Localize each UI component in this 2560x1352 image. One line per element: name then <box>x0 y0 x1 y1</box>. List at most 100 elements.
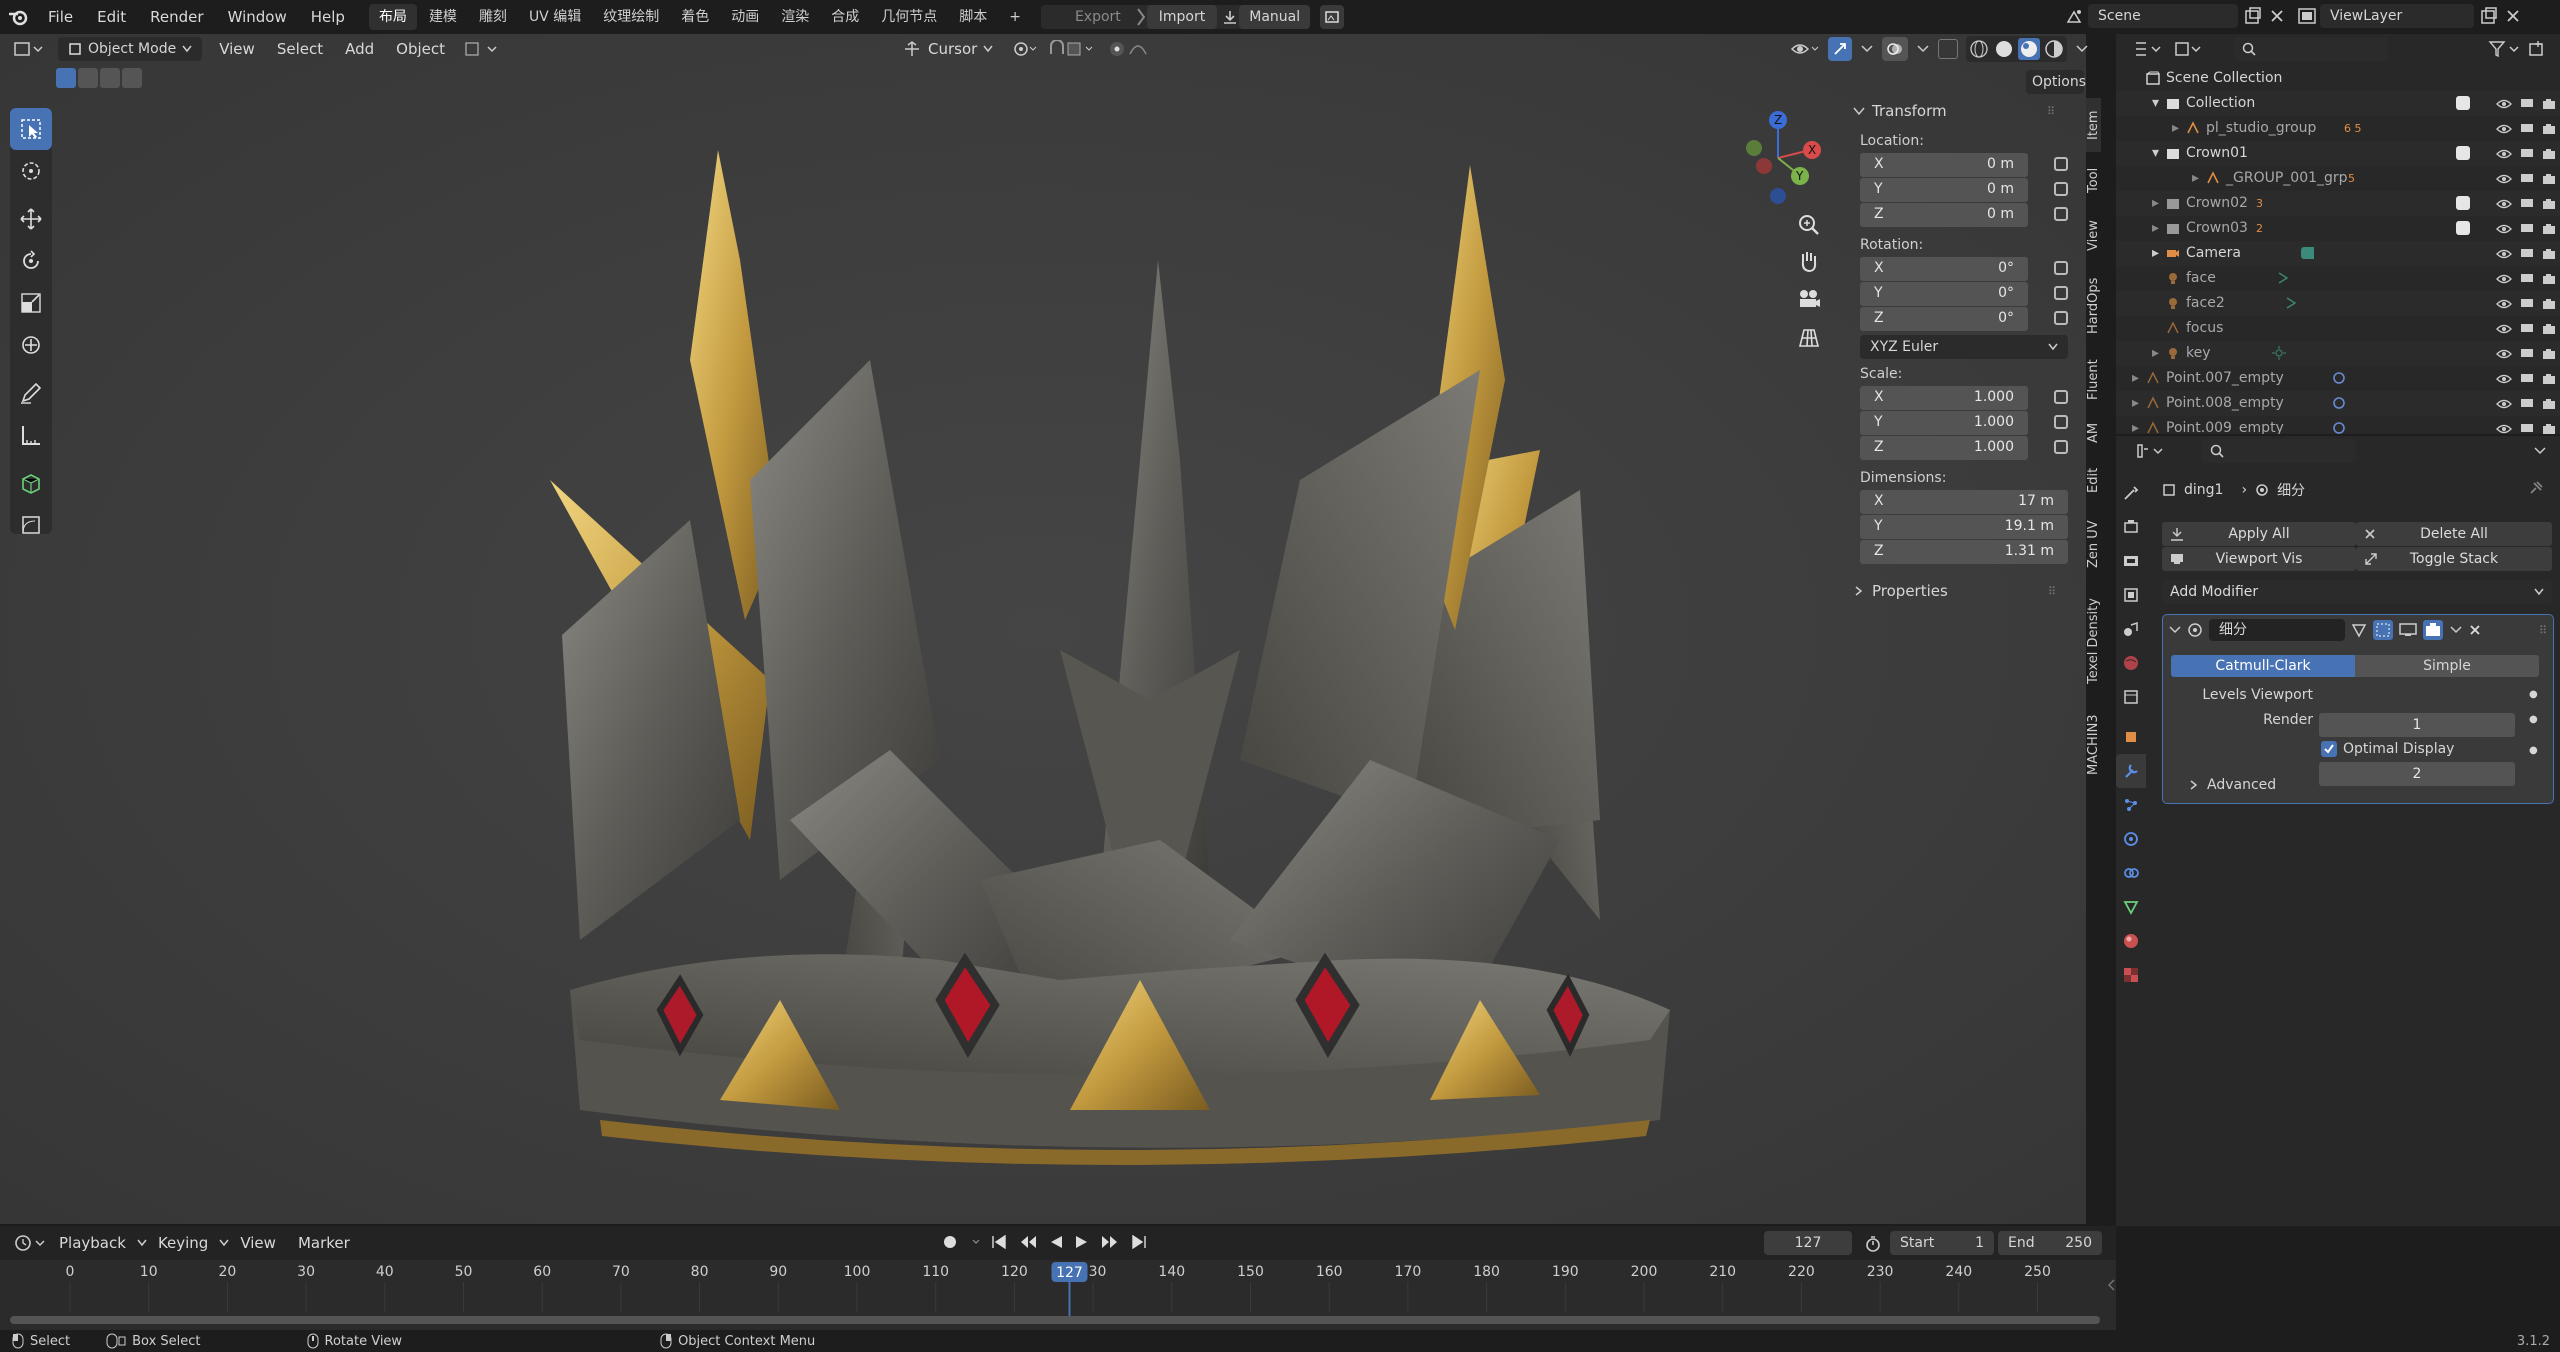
chevron-down-icon[interactable] <box>2169 625 2181 635</box>
keyframe-dot-icon[interactable]: ● <box>2529 714 2538 725</box>
select-extend-icon[interactable] <box>78 68 98 88</box>
xray-icon[interactable] <box>1938 39 1958 59</box>
tab-fluent[interactable]: Fluent <box>2086 348 2101 412</box>
modifier-name-input[interactable]: 细分 <box>2209 619 2345 641</box>
rotation-mode-select[interactable]: XYZ Euler <box>1860 335 2068 359</box>
texture-tab-icon[interactable] <box>2116 958 2146 992</box>
filter-icon[interactable] <box>2488 40 2522 58</box>
view-layer-selector[interactable]: ViewLayer <box>2320 4 2474 28</box>
exclude-checkbox[interactable] <box>2456 96 2470 110</box>
options-button[interactable]: Options <box>2026 70 2086 94</box>
monitor-icon[interactable] <box>2520 423 2534 435</box>
eye-icon[interactable] <box>2496 273 2512 285</box>
menu-view[interactable]: View <box>229 1234 287 1252</box>
show-render-icon[interactable] <box>2423 620 2443 640</box>
camera-render-icon[interactable] <box>2542 123 2556 135</box>
manual-button[interactable]: Manual <box>1239 5 1311 29</box>
camera-render-icon[interactable] <box>2542 323 2556 335</box>
chevron-down-icon[interactable] <box>1916 44 1930 54</box>
simple-toggle[interactable]: Simple <box>2355 655 2539 677</box>
menu-marker[interactable]: Marker <box>287 1234 361 1252</box>
scale-z-field[interactable]: Z 1.000 <box>1860 436 2068 460</box>
stopwatch-icon[interactable] <box>1864 1235 1882 1253</box>
monitor-icon[interactable] <box>2520 323 2534 335</box>
tab-modeling[interactable]: 建模 <box>419 4 467 30</box>
chevron-down-icon[interactable] <box>972 1232 980 1252</box>
dimension-y-field[interactable]: Y 19.1 m <box>1860 515 2068 539</box>
constraints-tab-icon[interactable] <box>2116 856 2146 890</box>
tool-tab-icon[interactable] <box>2116 476 2146 510</box>
add-modifier-button[interactable]: Add Modifier <box>2162 580 2552 604</box>
timeline-track[interactable]: 0 10 20 30 40 50 60 70 80 90 100 110 120 130 140 150 160… <box>0 1260 2116 1332</box>
viewport-vis-button[interactable]: Viewport Vis <box>2162 547 2356 571</box>
editor-type-icon[interactable] <box>14 1234 48 1252</box>
optimal-display-checkbox[interactable]: Optimal Display <box>2321 741 2454 757</box>
view-layer-tab-icon[interactable] <box>2116 578 2146 612</box>
editor-type-icon[interactable] <box>14 40 50 58</box>
location-z-field[interactable]: Z0 m <box>1860 203 2068 227</box>
menu-object[interactable]: Object <box>385 40 456 58</box>
monitor-icon[interactable] <box>2520 348 2534 360</box>
camera-render-icon[interactable] <box>2542 223 2556 235</box>
advanced-subpanel[interactable]: Advanced <box>2189 777 2276 793</box>
show-viewport-icon[interactable] <box>2399 622 2417 638</box>
eye-icon[interactable] <box>2496 298 2512 310</box>
monitor-icon[interactable] <box>2520 98 2534 110</box>
chevron-down-icon[interactable] <box>2534 446 2546 456</box>
select-box-tool-icon[interactable] <box>10 108 52 150</box>
tab-tool[interactable]: Tool <box>2086 152 2101 208</box>
menu-add[interactable]: Add <box>334 40 385 58</box>
tab-scripting[interactable]: 脚本 <box>949 4 997 30</box>
scale-x-field[interactable]: X 1.000 <box>1860 386 2068 410</box>
object-tab-icon[interactable] <box>2116 720 2146 754</box>
menu-edit[interactable]: Edit <box>85 8 138 26</box>
edit-mode-icon[interactable] <box>2351 622 2367 638</box>
menu-file[interactable]: File <box>36 8 85 26</box>
camera-render-icon[interactable] <box>2542 423 2556 435</box>
close-icon[interactable] <box>2506 9 2520 23</box>
tab-shading[interactable]: 着色 <box>671 4 719 30</box>
scale-tool-icon[interactable] <box>10 282 52 324</box>
eye-icon[interactable] <box>2496 98 2512 110</box>
overlays-icon[interactable] <box>1882 37 1908 61</box>
tab-uv-editing[interactable]: UV 编辑 <box>519 4 591 30</box>
transform-panel-title[interactable]: Transform <box>1872 102 1947 120</box>
visibility-icon[interactable] <box>1790 39 1820 59</box>
eye-icon[interactable] <box>2496 348 2512 360</box>
new-collection-icon[interactable] <box>2528 40 2546 58</box>
camera-render-icon[interactable] <box>2542 348 2556 360</box>
tab-am[interactable]: AM <box>2086 412 2101 454</box>
location-x-field[interactable]: X0 m <box>1860 153 2068 177</box>
transform-tool-icon[interactable] <box>10 324 52 366</box>
measure-tool-icon[interactable] <box>10 414 52 456</box>
tab-layout[interactable]: 布局 <box>368 4 417 30</box>
eye-icon[interactable] <box>2496 223 2512 235</box>
mode-selector[interactable]: Object Mode <box>58 37 203 61</box>
render-levels-field[interactable]: 2 <box>2319 762 2515 786</box>
dimension-x-field[interactable]: X 17 m <box>1860 490 2068 514</box>
eye-icon[interactable] <box>2496 198 2512 210</box>
select-intersect-icon[interactable] <box>122 68 142 88</box>
gizmo-toggle-icon[interactable] <box>1828 37 1852 61</box>
camera-render-icon[interactable] <box>2542 373 2556 385</box>
chevron-down-icon[interactable] <box>2075 44 2089 54</box>
menu-window[interactable]: Window <box>216 8 299 26</box>
camera-render-icon[interactable] <box>2542 398 2556 410</box>
rotation-z-field[interactable]: Z 0° <box>1860 307 2068 331</box>
camera-view-icon[interactable] <box>1796 286 1824 324</box>
outliner-row-scene-collection[interactable]: Scene Collection <box>2116 66 2560 91</box>
exclude-checkbox[interactable] <box>2456 196 2470 210</box>
eye-icon[interactable] <box>2496 148 2512 160</box>
rendered-shading-icon[interactable] <box>2043 38 2065 60</box>
eye-icon[interactable] <box>2496 323 2512 335</box>
delete-all-button[interactable]: Delete All <box>2356 522 2552 546</box>
transform-orientation-icon[interactable] <box>464 40 500 58</box>
outliner-search-input[interactable] <box>2234 37 2388 61</box>
chevron-right-icon[interactable] <box>1852 585 1866 597</box>
play-icon[interactable] <box>1074 1232 1090 1252</box>
world-tab-icon[interactable] <box>2116 646 2146 680</box>
chevron-down-icon[interactable] <box>2449 625 2463 635</box>
keyframe-dot-icon[interactable]: ● <box>2529 689 2538 700</box>
monitor-icon[interactable] <box>2520 123 2534 135</box>
scale-y-field[interactable]: Y 1.000 <box>1860 411 2068 435</box>
